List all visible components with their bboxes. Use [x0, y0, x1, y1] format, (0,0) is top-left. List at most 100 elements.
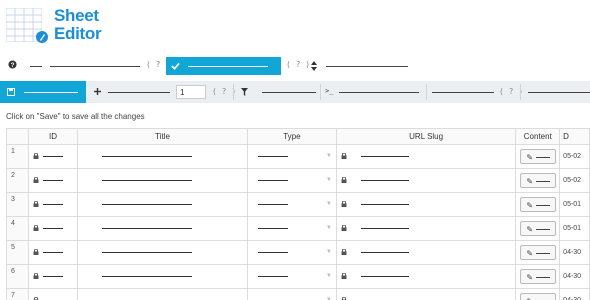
- lock-icon: [33, 249, 39, 255]
- row-number: 2: [6, 168, 29, 193]
- column-header-url-slug[interactable]: URL Slug: [335, 128, 517, 145]
- save-button-label: [24, 92, 78, 93]
- help-link[interactable]: ( ? ): [286, 60, 310, 69]
- id-value: [42, 180, 63, 181]
- edit-content-button[interactable]: ✎: [520, 293, 557, 300]
- date-value: 04-30: [563, 249, 582, 256]
- title-cell[interactable]: [77, 240, 248, 265]
- table-row[interactable]: 3 ▼ ✎ 05-01: [6, 192, 590, 217]
- url-slug-cell: [335, 264, 517, 289]
- columns-button[interactable]: [166, 57, 281, 75]
- type-cell[interactable]: ▼: [246, 168, 337, 193]
- edit-icon: ✎: [526, 201, 534, 210]
- column-header-id[interactable]: ID: [27, 128, 79, 145]
- type-value: [257, 228, 288, 229]
- table-row[interactable]: 1 ▼ ✎ 05-02: [6, 144, 590, 169]
- sort-icon[interactable]: [311, 61, 317, 71]
- edit-button-label: [536, 157, 551, 158]
- save-button[interactable]: [0, 81, 86, 103]
- sort-label[interactable]: [326, 66, 408, 67]
- columns-button-label: [188, 66, 268, 67]
- lock-icon: [341, 225, 347, 231]
- edit-button-label: [536, 277, 551, 278]
- id-value: [42, 252, 63, 253]
- table-row[interactable]: 5 ▼ ✎ 04-30: [6, 240, 590, 265]
- edit-icon: ✎: [526, 273, 534, 282]
- type-cell[interactable]: ▼: [246, 288, 337, 300]
- console-label[interactable]: [339, 92, 419, 93]
- table-row[interactable]: 7 ▼ ✎04-30: [6, 288, 590, 300]
- title-cell[interactable]: [77, 216, 248, 241]
- lock-icon: [341, 153, 347, 159]
- date-cell[interactable]: 05-02: [559, 168, 590, 193]
- type-cell[interactable]: ▼: [246, 144, 337, 169]
- plus-icon[interactable]: [94, 88, 101, 95]
- toolbar-divider: [233, 84, 234, 100]
- title-cell[interactable]: [77, 288, 248, 300]
- dropdown-caret-icon: ▼: [325, 177, 332, 183]
- type-cell[interactable]: ▼: [246, 240, 337, 265]
- edit-content-button[interactable]: ✎: [520, 221, 557, 236]
- filter-label[interactable]: [262, 92, 316, 93]
- column-header-content[interactable]: Content: [515, 128, 561, 145]
- edit-content-button[interactable]: ✎: [520, 173, 557, 188]
- type-value: [257, 276, 288, 277]
- type-cell[interactable]: ▼: [246, 216, 337, 241]
- content-cell: ✎: [515, 288, 561, 300]
- edit-content-button[interactable]: ✎: [520, 149, 557, 164]
- edit-content-button[interactable]: ✎: [520, 269, 557, 284]
- column-header-date[interactable]: D: [559, 128, 590, 145]
- content-cell: ✎: [515, 264, 561, 289]
- edit-icon: ✎: [526, 153, 534, 162]
- quantity-input[interactable]: 1: [176, 85, 206, 99]
- column-header-title[interactable]: Title: [77, 128, 248, 145]
- id-cell: [27, 168, 79, 193]
- table-row[interactable]: 4 ▼ ✎ 05-01: [6, 216, 590, 241]
- table-row[interactable]: 2 ▼ ✎ 05-02: [6, 168, 590, 193]
- question-circle-icon[interactable]: ?: [8, 60, 17, 69]
- filter-icon[interactable]: [241, 88, 248, 96]
- row-number: 4: [6, 216, 29, 241]
- date-cell[interactable]: 05-02: [559, 144, 590, 169]
- id-value: [42, 156, 63, 157]
- content-cell: ✎: [515, 144, 561, 169]
- type-cell[interactable]: ▼: [246, 264, 337, 289]
- type-cell[interactable]: ▼: [246, 192, 337, 217]
- title-cell[interactable]: [77, 264, 248, 289]
- title-value: [102, 228, 193, 229]
- toolbar-label[interactable]: [50, 66, 140, 67]
- title-cell[interactable]: [77, 144, 248, 169]
- date-cell[interactable]: 04-30: [559, 240, 590, 265]
- edit-button-label: [536, 229, 551, 230]
- title-value: [102, 252, 193, 253]
- toolbar-label[interactable]: [432, 92, 494, 93]
- title-cell[interactable]: [77, 168, 248, 193]
- id-cell: [27, 144, 79, 169]
- edit-content-button[interactable]: ✎: [520, 197, 557, 212]
- add-rows-label[interactable]: [108, 92, 170, 93]
- sheet-editor-logo: Sheet Editor: [6, 4, 121, 48]
- date-cell[interactable]: 05-01: [559, 216, 590, 241]
- edit-icon: ✎: [526, 225, 534, 234]
- logo-word-sheet: Sheet: [54, 6, 99, 25]
- edit-content-button[interactable]: ✎: [520, 245, 557, 260]
- toolbar-label[interactable]: [528, 92, 590, 93]
- title-cell[interactable]: [77, 192, 248, 217]
- id-cell: [27, 264, 79, 289]
- row-number-text: 6: [11, 268, 15, 275]
- save-hint-text: Click on "Save" to save all the changes: [6, 112, 145, 121]
- date-cell[interactable]: 05-01: [559, 192, 590, 217]
- table-row[interactable]: 6 ▼ ✎ 04-30: [6, 264, 590, 289]
- date-cell[interactable]: 04-30: [559, 288, 590, 300]
- content-cell: ✎: [515, 240, 561, 265]
- top-toolbar: ? ( ? ) ( ? ): [0, 57, 590, 75]
- column-header-type[interactable]: Type: [246, 128, 337, 145]
- edit-icon: ✎: [526, 177, 534, 186]
- date-cell[interactable]: 04-30: [559, 264, 590, 289]
- id-cell: [27, 192, 79, 217]
- row-number: 3: [6, 192, 29, 217]
- terminal-icon[interactable]: >_: [325, 87, 333, 95]
- row-number: 7: [6, 288, 29, 300]
- url-slug-cell: [335, 168, 517, 193]
- row-number-text: 5: [11, 244, 15, 251]
